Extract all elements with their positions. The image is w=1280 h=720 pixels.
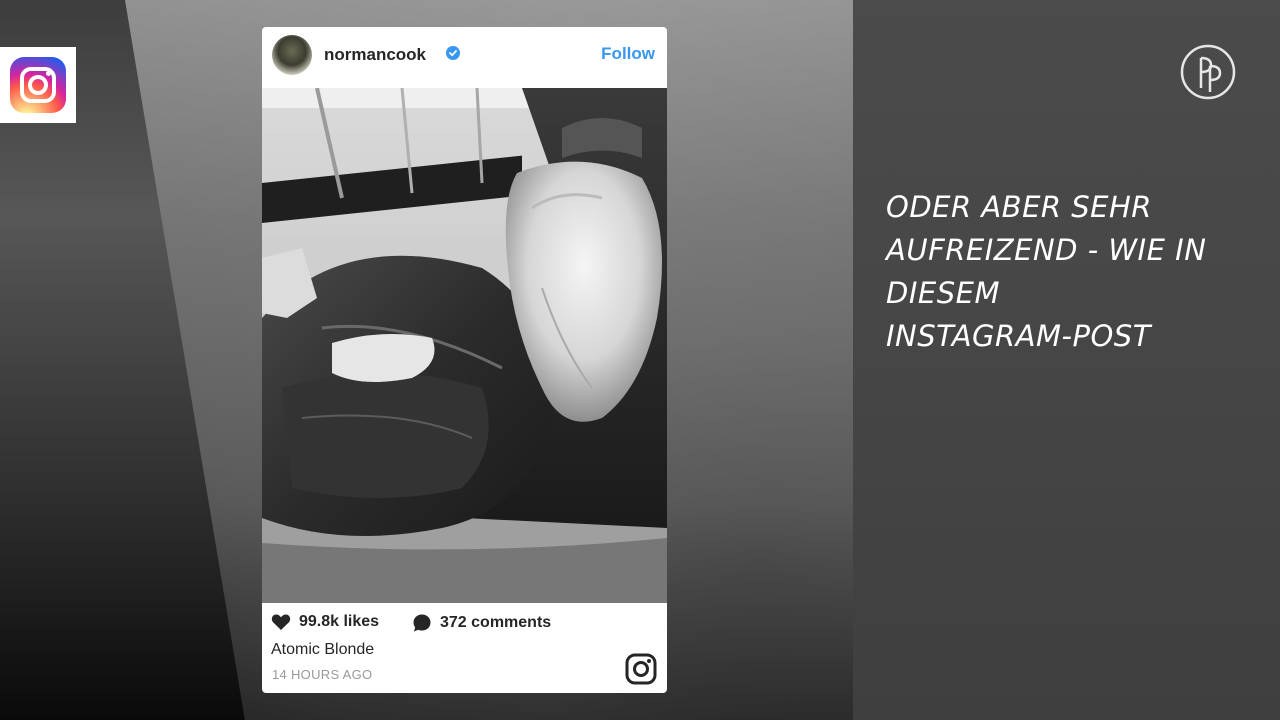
post-username[interactable]: normancook <box>324 45 426 65</box>
headline-line: INSTAGRAM-POST <box>886 319 1151 353</box>
post-caption: Atomic Blonde <box>271 641 375 658</box>
headline-line: DIESEM <box>886 276 1000 310</box>
caption-panel <box>853 0 1280 720</box>
post-footer: 99.8k likes 372 comments Atomic Blonde 1… <box>262 603 667 693</box>
likes-count[interactable]: 99.8k likes <box>271 613 379 631</box>
headline-line: AUFREIZEND - WIE IN <box>886 233 1207 267</box>
likes-label: 99.8k likes <box>299 613 380 630</box>
instagram-glyph-icon[interactable] <box>625 653 657 685</box>
post-header: normancook Follow <box>262 27 667 87</box>
comments-label: 372 comments <box>440 614 552 631</box>
headline-line: ODER ABER SEHR <box>886 190 1152 224</box>
post-photo <box>262 88 667 603</box>
instagram-post-card: normancook Follow 99.8k likes 372 commen… <box>262 27 667 693</box>
follow-button[interactable]: Follow <box>601 44 655 64</box>
instagram-badge <box>0 47 76 123</box>
comments-count[interactable]: 372 comments <box>412 613 551 633</box>
instagram-logo-icon <box>10 57 66 113</box>
post-timestamp: 14 HOURS AGO <box>272 667 373 682</box>
headline: ODER ABER SEHR AUFREIZEND - WIE IN DIESE… <box>886 186 1226 358</box>
comment-bubble-icon <box>413 614 431 632</box>
heart-icon <box>271 614 291 630</box>
brand-logo-icon <box>1180 44 1236 100</box>
avatar[interactable] <box>272 35 312 75</box>
verified-badge-icon <box>446 46 460 60</box>
